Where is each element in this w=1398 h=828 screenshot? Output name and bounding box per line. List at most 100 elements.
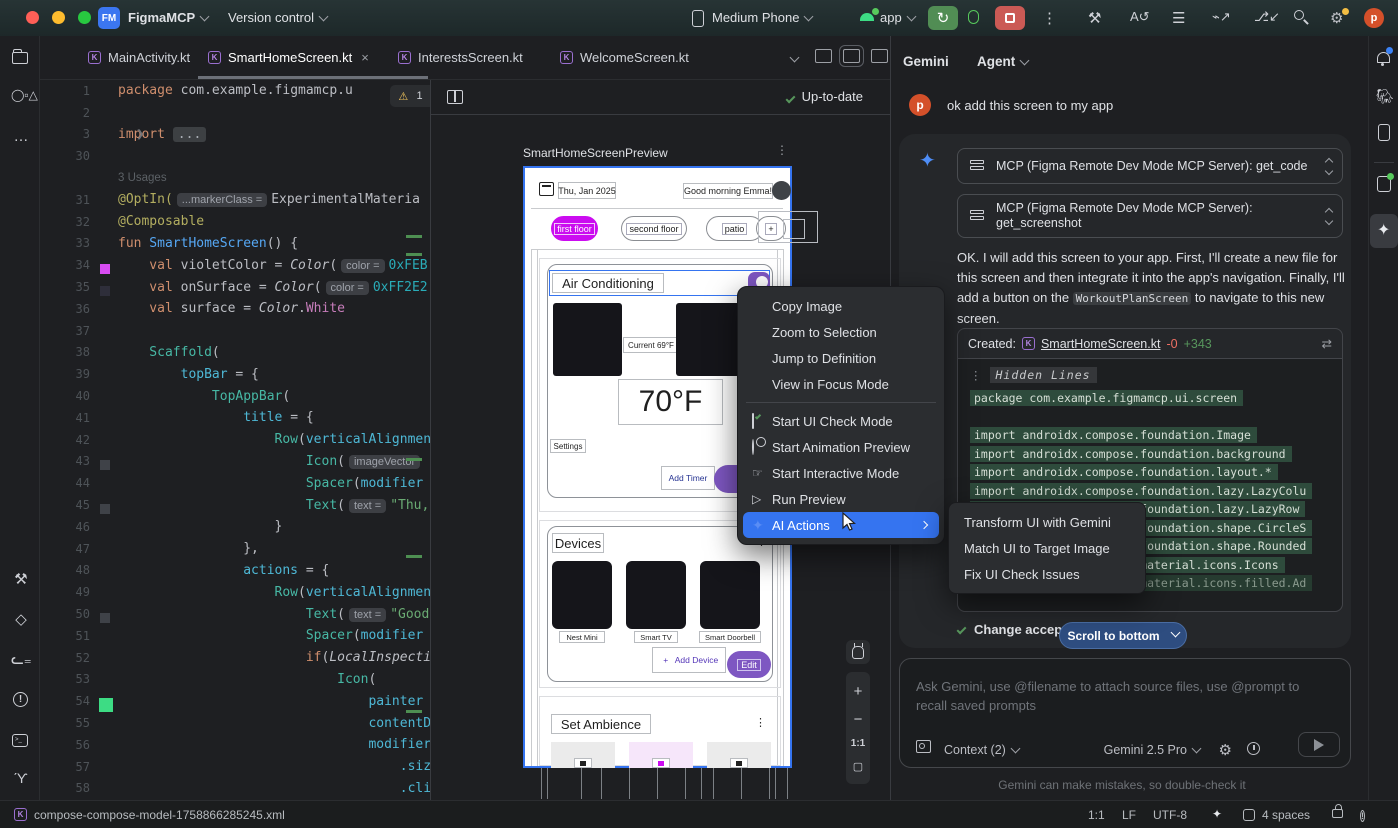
git-branch-icon[interactable]: ϓ xyxy=(11,770,31,786)
color-swatch[interactable] xyxy=(100,613,110,623)
code-line: 54 painter xyxy=(40,690,430,712)
todo-list-icon[interactable]: ☰ xyxy=(1172,9,1185,27)
tab-WelcomeScreen.kt[interactable]: KWelcomeScreen.kt xyxy=(560,36,720,79)
menu-item-start-interactive-mode[interactable]: ☞Start Interactive Mode xyxy=(738,460,944,486)
split-view-icon[interactable] xyxy=(843,49,860,63)
preview-layout-icon[interactable] xyxy=(447,90,463,104)
context-selector[interactable]: Context (2) xyxy=(944,743,1019,757)
pan-tool-button[interactable] xyxy=(846,640,870,664)
lock-icon[interactable] xyxy=(1332,809,1343,818)
code-line: 35 val onSurface = Color(color =0xFF2E2 xyxy=(40,276,430,298)
menu-item-copy-image[interactable]: Copy Image xyxy=(738,293,944,319)
search-everywhere-icon[interactable] xyxy=(1294,10,1304,20)
statusbar-problems-icon[interactable]: ! xyxy=(1360,808,1365,822)
vcs-menu[interactable]: Version control xyxy=(228,10,327,25)
submenu-item-fix-ui-check-issues[interactable]: Fix UI Check Issues xyxy=(949,561,1145,587)
running-devices-icon[interactable] xyxy=(1377,176,1391,192)
user-avatar[interactable]: p xyxy=(1364,8,1384,28)
device-selector[interactable]: Medium Phone xyxy=(712,10,812,25)
tab-list-chevron-icon[interactable] xyxy=(790,53,800,63)
statusbar-file[interactable]: compose-compose-model-1758866285245.xml xyxy=(34,808,285,822)
close-window-button[interactable] xyxy=(26,11,39,24)
build-tool-icon[interactable]: ⚒ xyxy=(11,570,31,588)
indent-setting[interactable]: 4 spaces xyxy=(1262,808,1310,822)
menu-item-jump-to-definition[interactable]: Jump to Definition xyxy=(738,345,944,371)
statusbar-gemini-icon[interactable]: ✦ xyxy=(1212,807,1222,821)
diff-additions: +343 xyxy=(1184,337,1212,351)
menu-item-start-ui-check-mode[interactable]: Start UI Check Mode xyxy=(738,408,944,434)
profiler-icon[interactable]: A↺ xyxy=(1130,9,1150,25)
inspection-widget[interactable]: ⚠ 1 ⌃ ⌄ xyxy=(390,85,430,107)
submenu-item-match-ui-to-target-image[interactable]: Match UI to Target Image xyxy=(949,535,1145,561)
device-manager-icon[interactable] xyxy=(1378,124,1390,141)
code-line: 2 xyxy=(40,102,430,124)
devices-card: Devices ⋮ Nest MiniSmart TVSmart Doorbel… xyxy=(547,526,773,682)
code-review-icon[interactable]: ⎇↙ xyxy=(1254,9,1280,25)
color-swatch[interactable] xyxy=(100,286,110,296)
hidden-lines-label[interactable]: Hidden Lines xyxy=(990,367,1097,383)
close-tab-icon[interactable]: × xyxy=(361,50,369,65)
color-swatch[interactable] xyxy=(100,504,110,514)
gradle-icon[interactable]: 🐘︎ xyxy=(1376,88,1394,105)
build-run-icon[interactable]: ⚒ xyxy=(1088,9,1101,27)
history-icon[interactable] xyxy=(1247,742,1260,755)
app-insights-icon[interactable]: ◇ xyxy=(11,610,31,628)
model-selector[interactable]: Gemini 2.5 Pro xyxy=(1104,743,1200,757)
more-run-actions-icon[interactable]: ⋮ xyxy=(1042,9,1057,27)
stop-button[interactable] xyxy=(995,6,1025,30)
chat-settings-icon[interactable]: ⚙ xyxy=(1219,741,1232,759)
more-tool-windows-icon[interactable]: … xyxy=(11,128,31,145)
scroll-to-bottom-button[interactable]: Scroll to bottom xyxy=(1059,622,1187,649)
zoom-in-button[interactable]: + xyxy=(854,683,863,700)
terminal-icon[interactable]: >_ xyxy=(12,734,28,747)
attach-image-icon[interactable] xyxy=(916,740,931,753)
menu-item-start-animation-preview[interactable]: Start Animation Preview xyxy=(738,434,944,460)
debug-icon[interactable] xyxy=(968,10,979,24)
submenu-item-transform-ui-with-gemini[interactable]: Transform UI with Gemini xyxy=(949,509,1145,535)
agent-mode-selector[interactable]: Agent xyxy=(977,54,1028,69)
zoom-fit-button[interactable]: ▢ xyxy=(853,760,863,773)
tool-call-get-screenshot[interactable]: MCP (Figma Remote Dev Mode MCP Server): … xyxy=(957,194,1343,238)
tab-SmartHomeScreen.kt[interactable]: KSmartHomeScreen.kt× xyxy=(208,36,408,79)
rerun-button[interactable]: ↻ xyxy=(928,6,958,30)
zoom-out-button[interactable]: − xyxy=(854,711,863,728)
preview-menu-icon[interactable]: ⋮ xyxy=(776,143,788,157)
caret-position[interactable]: 1:1 xyxy=(1088,808,1105,822)
resource-manager-icon[interactable]: ◯▫△ xyxy=(11,88,31,102)
diff-line: import androidx.compose.foundation.Image xyxy=(970,428,1342,447)
tab-InterestsScreen.kt[interactable]: KInterestsScreen.kt xyxy=(398,36,548,79)
minimize-window-button[interactable] xyxy=(52,11,65,24)
open-diff-icon[interactable]: ⇄ xyxy=(1322,336,1332,351)
menu-item-zoom-to-selection[interactable]: Zoom to Selection xyxy=(738,319,944,345)
color-swatch[interactable] xyxy=(100,460,110,470)
code-view-icon[interactable] xyxy=(815,49,832,63)
chat-input-box[interactable]: Ask Gemini, use @filename to attach sour… xyxy=(899,658,1351,768)
file-encoding[interactable]: UTF-8 xyxy=(1153,808,1187,822)
logcat-icon[interactable]: ᓚ₌ xyxy=(11,650,31,668)
ac-settings-label: Settings xyxy=(550,439,586,453)
line-separator[interactable]: LF xyxy=(1122,808,1136,822)
code-editor[interactable]: 1package com.example.figmamcp.u23❯import… xyxy=(40,80,430,800)
menu-item-ai-actions[interactable]: ✦AI Actions xyxy=(743,512,939,538)
run-config-selector[interactable]: app xyxy=(880,10,915,25)
project-selector[interactable]: FigmaMCP xyxy=(128,10,208,25)
maximize-window-button[interactable] xyxy=(78,11,91,24)
gemini-tool-icon[interactable]: ✦ xyxy=(1377,220,1390,240)
zoom-100-button[interactable]: 1:1 xyxy=(851,738,865,749)
tool-call-get-code[interactable]: MCP (Figma Remote Dev Mode MCP Server): … xyxy=(957,148,1343,184)
preview-view-icon[interactable] xyxy=(871,49,888,63)
code-line: 41 title = { xyxy=(40,407,430,429)
send-button[interactable] xyxy=(1298,732,1340,757)
preview-context-menu: Copy ImageZoom to SelectionJump to Defin… xyxy=(737,286,945,545)
notifications-icon[interactable] xyxy=(1377,52,1390,63)
color-swatch[interactable] xyxy=(100,264,110,274)
menu-item-run-preview[interactable]: ▷Run Preview xyxy=(738,486,944,512)
color-swatch[interactable] xyxy=(99,698,113,712)
menu-item-view-in-focus-mode[interactable]: View in Focus Mode xyxy=(738,371,944,397)
problems-icon[interactable]: ! xyxy=(13,692,28,707)
created-file-link[interactable]: SmartHomeScreen.kt xyxy=(1041,337,1160,351)
attach-debugger-icon[interactable]: ⌁↗ xyxy=(1212,9,1231,25)
project-tool-icon[interactable] xyxy=(12,52,28,64)
diff-line: import androidx.compose.foundation.lazy.… xyxy=(970,484,1342,503)
usages-annotation[interactable]: 3 Usages xyxy=(40,167,430,189)
